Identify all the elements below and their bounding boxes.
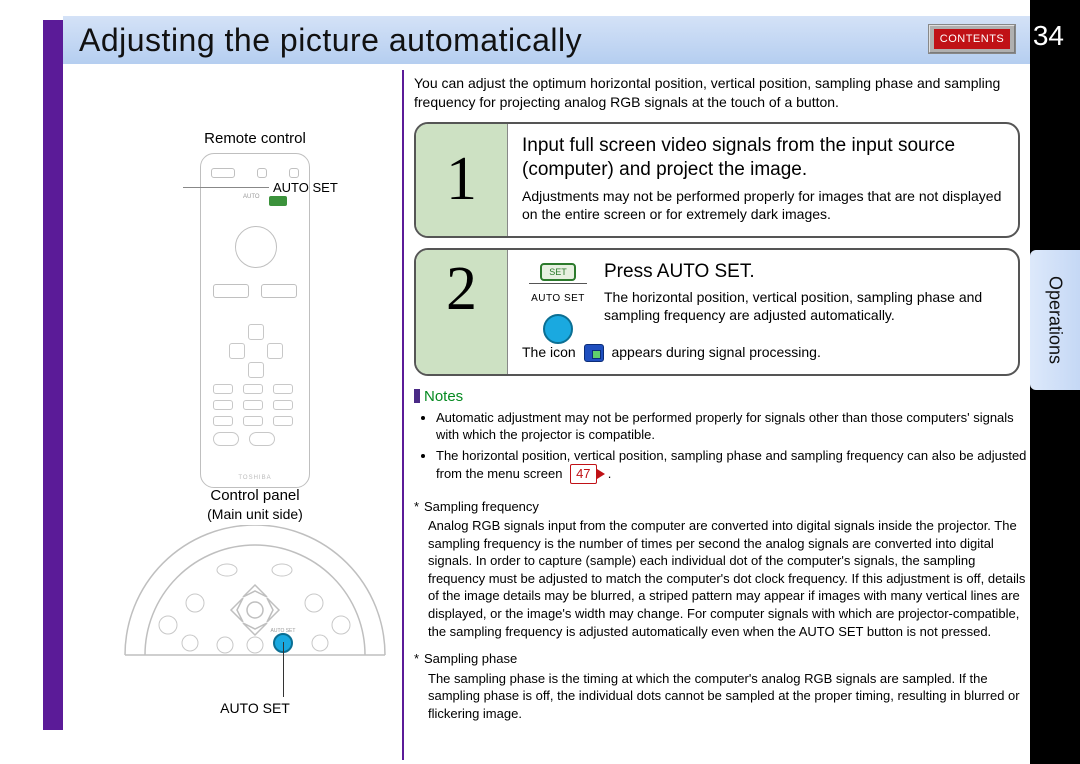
definition-sampling-phase: *Sampling phase The sampling phase is th… xyxy=(414,650,1030,722)
set-chip: SET xyxy=(540,263,576,281)
step-1: 1 Input full screen video signals from t… xyxy=(414,122,1020,238)
autoset-tiny-label: AUTO SET xyxy=(531,293,585,304)
definition-body: Analog RGB signals input from the comput… xyxy=(428,517,1030,640)
autoset-button-diagram: SET AUTO SET xyxy=(522,262,594,344)
note-item: Automatic adjustment may not be performe… xyxy=(436,409,1030,444)
page-ref-link[interactable]: 47 xyxy=(570,464,596,484)
section-tab-operations[interactable]: Operations xyxy=(1030,250,1080,390)
remote-control-label: Remote control xyxy=(130,130,380,147)
remote-brand-label: TOSHIBA xyxy=(201,475,309,481)
definition-body: The sampling phase is the timing at whic… xyxy=(428,670,1030,723)
page-header: Adjusting the picture automatically xyxy=(63,16,1030,64)
processing-icon xyxy=(584,344,604,362)
svg-text:AUTO SET: AUTO SET xyxy=(271,628,296,634)
callout-line xyxy=(183,187,269,188)
autoset-button-icon xyxy=(543,314,573,344)
icon-line-suffix: appears during signal processing. xyxy=(611,344,820,360)
panel-autoset-label: AUTO SET xyxy=(130,700,380,716)
panel-callout-line xyxy=(283,642,284,697)
step-2: 2 SET AUTO SET Press AUTO SET. The horiz… xyxy=(414,248,1020,376)
section-tab-label: Operations xyxy=(1045,276,1066,364)
definition-term: Sampling frequency xyxy=(424,499,539,514)
main-unit-side-label: (Main unit side) xyxy=(130,506,380,522)
step-number: 1 xyxy=(416,124,508,236)
left-column: Remote control AUTO TOSHIBA xyxy=(130,130,380,488)
note-item: The horizontal position, vertical positi… xyxy=(436,447,1030,484)
step-2-title: Press AUTO SET. xyxy=(522,260,1004,285)
right-column: You can adjust the optimum horizontal po… xyxy=(414,74,1030,732)
autoset-callout-label: AUTO SET xyxy=(273,180,338,195)
notes-heading-text: Notes xyxy=(424,388,463,405)
icon-line-prefix: The icon xyxy=(522,344,576,360)
intro-text: You can adjust the optimum horizontal po… xyxy=(414,74,1030,112)
contents-button[interactable]: CONTENTS xyxy=(928,24,1016,54)
control-panel-illustration: AUTO SET xyxy=(105,525,405,675)
processing-icon-line: The icon appears during signal processin… xyxy=(522,344,1004,362)
step-1-text: Adjustments may not be performed properl… xyxy=(522,187,1004,223)
step-1-title: Input full screen video signals from the… xyxy=(522,134,1004,183)
left-accent-stripe xyxy=(43,20,63,730)
step-2-text: The horizontal position, vertical positi… xyxy=(522,288,1004,324)
notes-heading: Notes xyxy=(414,388,1030,405)
page-title: Adjusting the picture automatically xyxy=(79,22,582,59)
notes-accent-bar xyxy=(414,389,420,403)
notes-list: Automatic adjustment may not be performe… xyxy=(422,409,1030,484)
contents-label: CONTENTS xyxy=(934,29,1010,49)
definition-sampling-frequency: *Sampling frequency Analog RGB signals i… xyxy=(414,498,1030,640)
remote-illustration: AUTO TOSHIBA xyxy=(200,153,310,488)
remote-set-button-icon xyxy=(269,196,287,206)
control-panel-label: Control panel xyxy=(130,487,380,504)
remote-auto-tiny-label: AUTO xyxy=(243,194,260,200)
manual-page: Operations Adjusting the picture automat… xyxy=(0,0,1080,764)
step-number: 2 xyxy=(416,250,508,374)
page-number: 34 xyxy=(1033,20,1064,52)
note-item-text: The horizontal position, vertical positi… xyxy=(436,448,1026,482)
period: . xyxy=(608,466,612,481)
definition-term: Sampling phase xyxy=(424,651,517,666)
definitions: *Sampling frequency Analog RGB signals i… xyxy=(414,498,1030,723)
